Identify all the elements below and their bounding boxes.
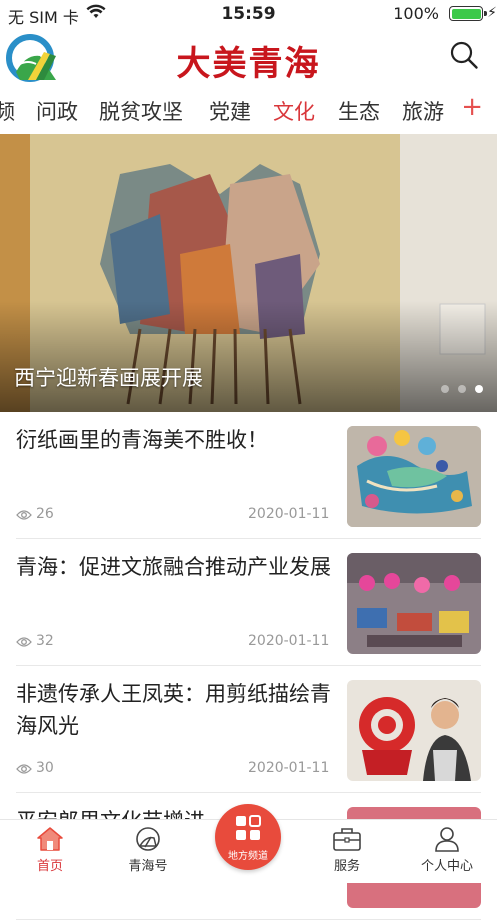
news-title: 青海：促进文旅融合推动产业发展 bbox=[16, 555, 331, 579]
tab-poverty[interactable]: 脱贫攻坚 bbox=[99, 96, 183, 126]
news-date: 2020-01-11 bbox=[248, 633, 330, 649]
carousel-dots bbox=[432, 378, 483, 397]
battery-icon bbox=[449, 6, 483, 21]
eye-icon bbox=[16, 510, 32, 520]
eye-icon bbox=[16, 764, 32, 774]
news-title: 非遗传承人王凤英：用剪纸描绘青海风光 bbox=[16, 682, 331, 738]
list-item[interactable]: 衍纸画里的青海美不胜收！ 26 2020-01-11 bbox=[16, 412, 481, 539]
news-thumbnail[interactable] bbox=[347, 553, 481, 654]
brand-title: 大美青海 bbox=[176, 44, 321, 84]
tab-video[interactable]: 频 bbox=[0, 96, 15, 126]
qinghai-hao-icon bbox=[136, 827, 160, 851]
view-count-value: 26 bbox=[36, 506, 54, 522]
carousel-dot[interactable] bbox=[458, 385, 466, 393]
banner-carousel[interactable]: 西宁迎新春画展开展 bbox=[0, 134, 497, 412]
tab-service[interactable]: 服务 bbox=[307, 826, 387, 874]
briefcase-icon bbox=[333, 828, 361, 851]
tab-qinghai-hao-label: 青海号 bbox=[128, 859, 168, 874]
tab-culture[interactable]: 文化 bbox=[273, 96, 315, 126]
search-icon[interactable] bbox=[449, 40, 479, 70]
category-tabs: 频 问政 脱贫攻坚 党建 文化 生态 旅游 + bbox=[0, 88, 497, 132]
news-thumbnail[interactable] bbox=[347, 426, 481, 527]
tab-ecology[interactable]: 生态 bbox=[338, 96, 380, 126]
list-item[interactable]: 青海：促进文旅融合推动产业发展 32 2020-01-11 bbox=[16, 539, 481, 666]
tab-profile-label: 个人中心 bbox=[420, 859, 473, 874]
tab-profile[interactable]: 个人中心 bbox=[407, 826, 487, 874]
add-tab-button[interactable]: + bbox=[461, 94, 483, 120]
tab-service-label: 服务 bbox=[333, 859, 360, 874]
eye-icon bbox=[16, 637, 32, 647]
banner-caption: 西宁迎新春画展开展 bbox=[14, 366, 203, 390]
view-count-value: 30 bbox=[36, 760, 54, 776]
tab-tourism[interactable]: 旅游 bbox=[402, 96, 444, 126]
view-count: 26 bbox=[16, 506, 54, 522]
app-header: 大美青海 bbox=[0, 28, 497, 88]
status-bar: 无 SIM 卡 15:59 100% ⚡ bbox=[0, 0, 497, 28]
tab-qinghai-hao[interactable]: 青海号 bbox=[108, 826, 188, 874]
carousel-dot[interactable] bbox=[441, 385, 449, 393]
user-icon bbox=[435, 827, 459, 852]
view-count-value: 32 bbox=[36, 633, 54, 649]
news-date: 2020-01-11 bbox=[248, 760, 330, 776]
tab-home[interactable]: 首页 bbox=[10, 826, 90, 874]
news-title: 衍纸画里的青海美不胜收！ bbox=[16, 428, 268, 452]
charging-icon: ⚡ bbox=[487, 5, 497, 21]
tab-wenzheng[interactable]: 问政 bbox=[36, 96, 78, 126]
view-count: 30 bbox=[16, 760, 54, 776]
grid-icon bbox=[236, 815, 261, 840]
tab-home-label: 首页 bbox=[36, 859, 63, 874]
tab-party[interactable]: 党建 bbox=[209, 96, 251, 126]
local-channel-button[interactable]: 地方频道 bbox=[215, 804, 281, 870]
battery-percent: 100% bbox=[393, 4, 439, 23]
view-count: 32 bbox=[16, 633, 54, 649]
news-thumbnail[interactable] bbox=[347, 680, 481, 781]
carousel-dot-active[interactable] bbox=[475, 385, 483, 393]
local-channel-label: 地方频道 bbox=[228, 851, 268, 862]
list-item[interactable]: 非遗传承人王凤英：用剪纸描绘青海风光 30 2020-01-11 bbox=[16, 666, 481, 793]
home-icon bbox=[37, 827, 63, 851]
news-date: 2020-01-11 bbox=[248, 506, 330, 522]
